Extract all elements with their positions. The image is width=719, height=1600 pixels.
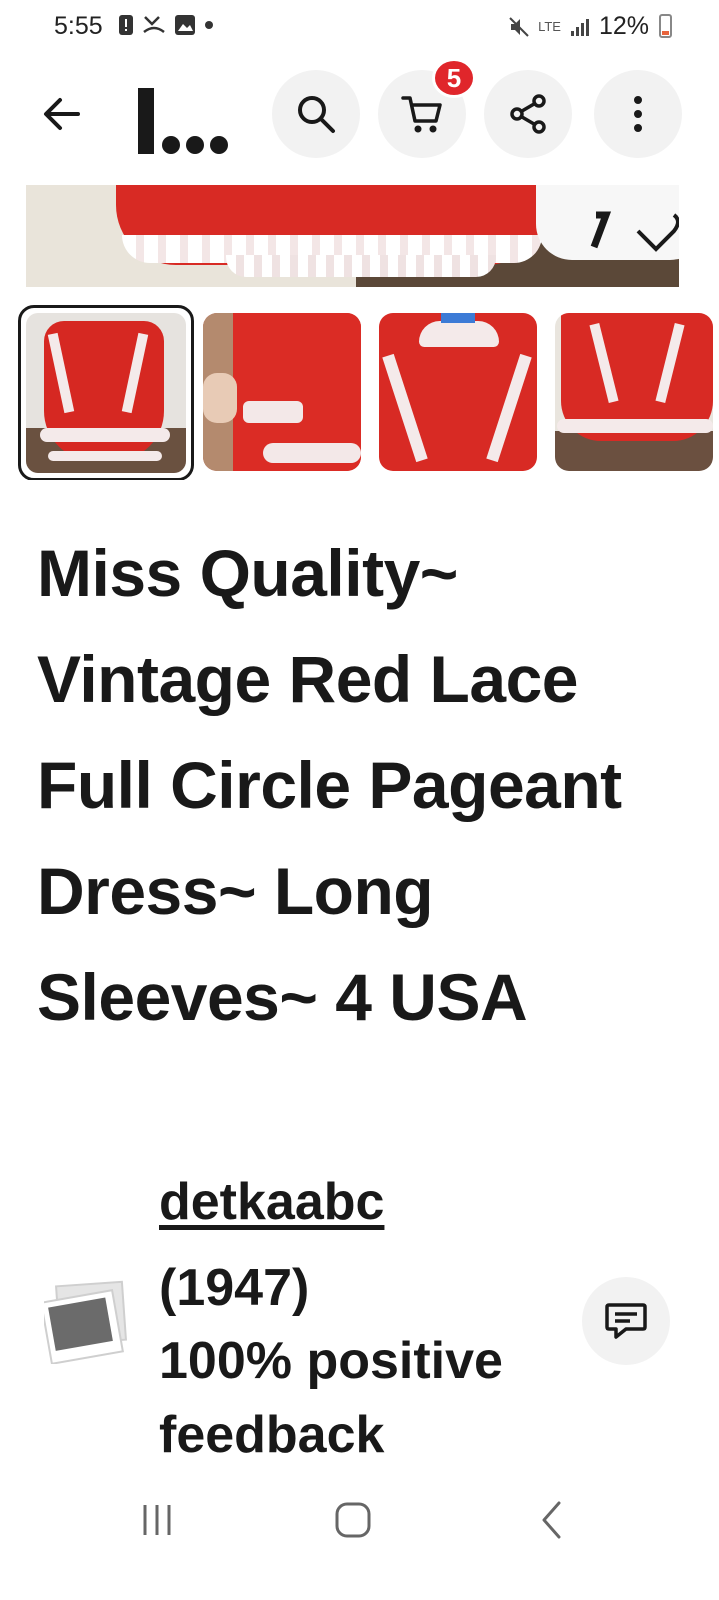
more-vertical-icon — [634, 96, 642, 132]
thumbnail-4[interactable] — [555, 313, 713, 471]
search-button[interactable] — [272, 70, 360, 158]
cart-icon — [401, 96, 442, 133]
contact-seller-button[interactable] — [582, 1277, 670, 1365]
system-nav-bar — [0, 1470, 719, 1600]
photo-placeholder-icon — [40, 1280, 128, 1365]
share-button[interactable] — [484, 70, 572, 158]
thumbnail-1[interactable] — [18, 305, 194, 480]
share-icon — [510, 94, 546, 134]
mute-icon — [509, 16, 529, 37]
seller-avatar[interactable] — [40, 1280, 128, 1365]
gallery-icon — [175, 15, 195, 35]
back-button[interactable] — [30, 82, 94, 146]
recent-apps-icon — [143, 1505, 171, 1535]
message-icon — [605, 1303, 647, 1339]
back-arrow-icon — [44, 98, 80, 130]
status-time: 5:55 — [54, 12, 103, 40]
dot-icon — [205, 21, 213, 29]
search-icon — [298, 96, 335, 133]
battery-icon — [659, 14, 672, 38]
chevron-left-icon — [542, 1501, 561, 1539]
recent-apps-button[interactable] — [117, 1490, 197, 1550]
app-header — [0, 68, 719, 164]
more-options-button[interactable] — [594, 70, 682, 158]
thumbnail-2[interactable] — [203, 313, 361, 471]
status-bar: 5:55 LTE 12% — [0, 0, 719, 52]
seller-name-link[interactable]: detkaabc — [159, 1172, 384, 1232]
watch-button[interactable] — [536, 185, 679, 260]
main-product-image[interactable] — [26, 185, 679, 287]
network-type: LTE — [538, 19, 561, 34]
signal-icon — [570, 18, 589, 36]
battery-percent: 12% — [598, 12, 649, 40]
alert-icon — [119, 15, 133, 35]
listing-title: Miss Quality~ Vintage Red Lace Full Circ… — [37, 536, 622, 1034]
thumbnail-3[interactable] — [379, 313, 537, 471]
system-back-button[interactable] — [511, 1490, 591, 1550]
heart-icon — [590, 211, 679, 252]
cart-count-badge: 5 — [432, 58, 476, 98]
seller-positive-feedback: 100% positive feedback — [159, 1332, 503, 1464]
status-icons-right: LTE 12% — [508, 12, 649, 41]
status-icons-left — [118, 14, 214, 36]
home-icon — [335, 1502, 371, 1538]
seller-feedback-score: (1947) — [159, 1259, 310, 1317]
thumbnail-strip — [18, 305, 719, 480]
home-button[interactable] — [313, 1490, 393, 1550]
missed-call-icon — [143, 16, 165, 34]
ebay-logo-icon[interactable] — [138, 74, 234, 154]
